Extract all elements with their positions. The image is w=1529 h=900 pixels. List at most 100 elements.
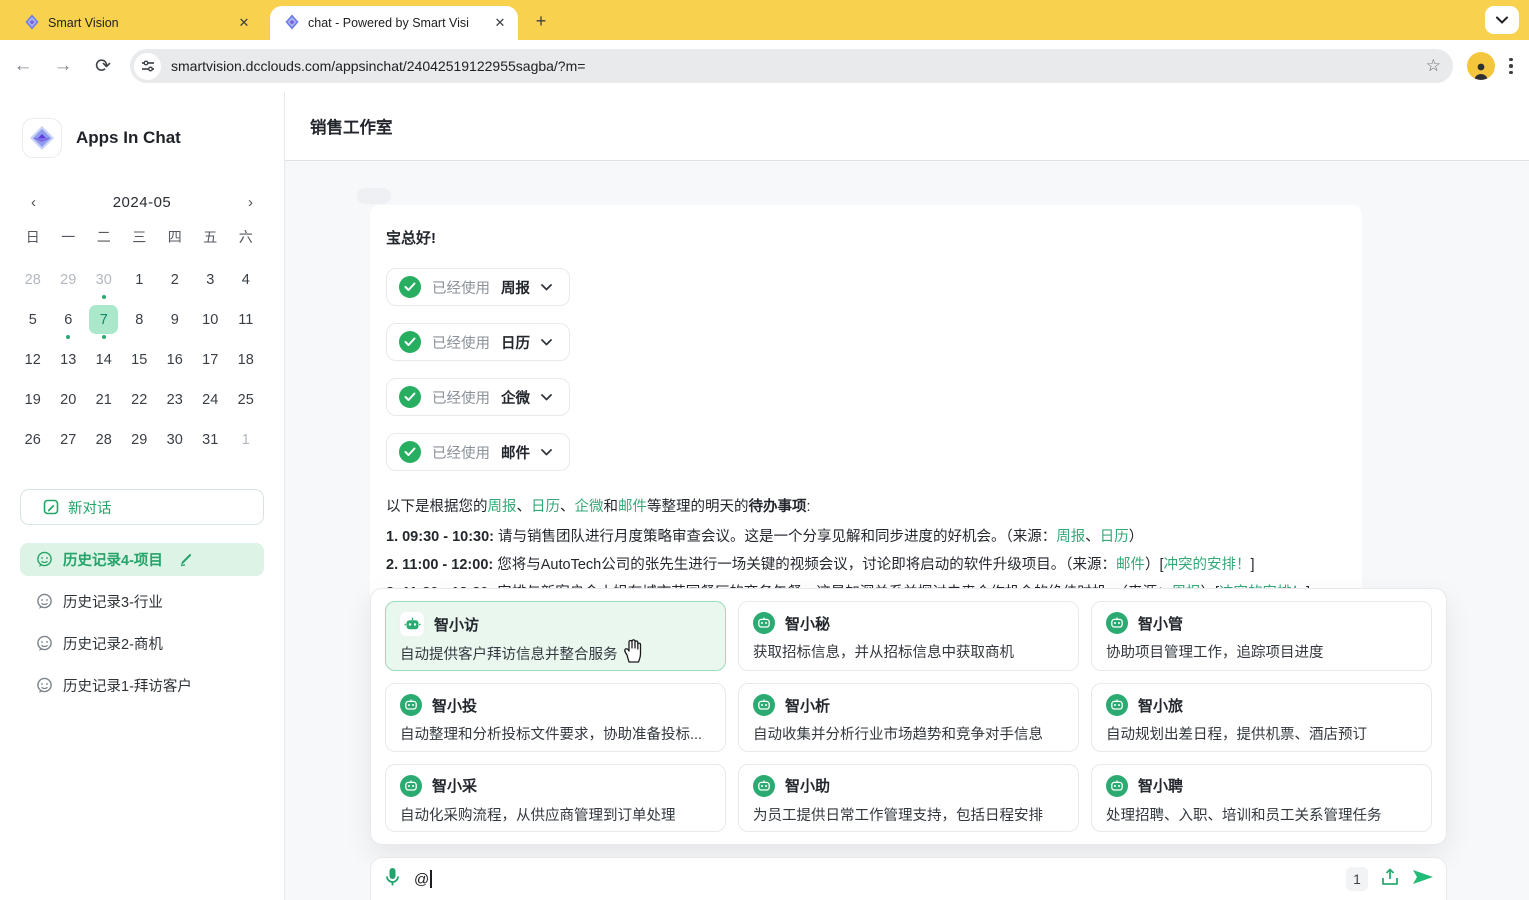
calendar-day[interactable]: 7: [86, 305, 122, 345]
calendar-day[interactable]: 12: [15, 345, 51, 385]
calendar-day[interactable]: 10: [193, 305, 229, 345]
agent-card[interactable]: 智小投自动整理和分析投标文件要求，协助准备投标...: [385, 683, 726, 751]
edit-pencil-icon[interactable]: [179, 552, 194, 567]
calendar-day[interactable]: 4: [228, 265, 264, 305]
calendar-day[interactable]: 9: [157, 305, 193, 345]
calendar-day[interactable]: 24: [193, 385, 229, 425]
robot-icon: [400, 694, 422, 716]
tab-close-icon[interactable]: ✕: [492, 15, 508, 31]
agent-card[interactable]: 智小访自动提供客户拜访信息并整合服务: [385, 601, 726, 671]
input-text[interactable]: @: [414, 871, 429, 888]
calendar-day[interactable]: 1: [122, 265, 158, 305]
tool-used-pill[interactable]: 已经使用日历: [386, 323, 570, 361]
calendar-day[interactable]: 2: [157, 265, 193, 305]
site-settings-icon[interactable]: [134, 53, 161, 80]
tool-name: 周报: [501, 277, 530, 298]
calendar-day[interactable]: 6: [51, 305, 87, 345]
calendar-day[interactable]: 26: [15, 425, 51, 465]
forward-icon[interactable]: →: [46, 49, 80, 83]
tab-close-icon[interactable]: ✕: [236, 15, 252, 31]
agent-card[interactable]: 智小管协助项目管理工作，追踪项目进度: [1091, 601, 1432, 671]
favicon-gem-icon: [24, 14, 40, 33]
calendar-day[interactable]: 30: [157, 425, 193, 465]
calendar-day[interactable]: 28: [86, 425, 122, 465]
tab-search-chevron-button[interactable]: [1485, 6, 1519, 34]
microphone-icon[interactable]: [385, 867, 400, 892]
calendar-day[interactable]: 15: [122, 345, 158, 385]
inline-link[interactable]: 邮件: [1116, 557, 1145, 573]
tab-smart-vision[interactable]: Smart Vision ✕: [10, 6, 262, 40]
calendar-day[interactable]: 25: [228, 385, 264, 425]
tool-used-pill[interactable]: 已经使用周报: [386, 268, 570, 306]
inline-link[interactable]: 周报: [1056, 529, 1085, 545]
reload-icon[interactable]: ⟳: [86, 49, 120, 83]
calendar-day[interactable]: 23: [157, 385, 193, 425]
agent-card[interactable]: 智小秘获取招标信息，并从招标信息中获取商机: [738, 601, 1079, 671]
inline-link[interactable]: 企微: [575, 499, 604, 515]
chevron-down-icon[interactable]: [541, 339, 552, 346]
tool-used-pill[interactable]: 已经使用邮件: [386, 433, 570, 471]
history-item[interactable]: 历史记录3-行业: [20, 585, 264, 618]
calendar-day[interactable]: 3: [193, 265, 229, 305]
bookmark-star-icon[interactable]: ☆: [1426, 56, 1441, 76]
inline-link[interactable]: 冲突的安排！: [1163, 557, 1250, 573]
send-icon[interactable]: [1412, 868, 1434, 891]
calendar-day[interactable]: 27: [51, 425, 87, 465]
history-item[interactable]: 历史记录2-商机: [20, 627, 264, 660]
agent-name: 智小助: [785, 775, 830, 796]
chevron-down-icon[interactable]: [541, 394, 552, 401]
agent-card[interactable]: 智小助为员工提供日常工作管理支持，包括日程安排: [738, 764, 1079, 832]
upload-icon[interactable]: [1381, 867, 1399, 892]
address-bar[interactable]: smartvision.dcclouds.com/appsinchat/2404…: [130, 49, 1453, 83]
calendar-day[interactable]: 5: [15, 305, 51, 345]
calendar-day[interactable]: 1: [228, 425, 264, 465]
new-chat-label: 新对话: [68, 497, 112, 518]
calendar-next-icon[interactable]: ›: [240, 192, 261, 213]
calendar-day[interactable]: 29: [51, 265, 87, 305]
calendar-day[interactable]: 22: [122, 385, 158, 425]
event-dot: [102, 295, 106, 299]
calendar-day[interactable]: 20: [51, 385, 87, 425]
calendar-day[interactable]: 30: [86, 265, 122, 305]
calendar-prev-icon[interactable]: ‹: [23, 192, 44, 213]
inline-link[interactable]: 邮件: [618, 499, 647, 515]
calendar-day[interactable]: 29: [122, 425, 158, 465]
text-segment: 、: [517, 499, 532, 515]
calendar-day[interactable]: 21: [86, 385, 122, 425]
history-item[interactable]: 历史记录4-项目: [20, 543, 264, 576]
calendar-day[interactable]: 17: [193, 345, 229, 385]
history-item[interactable]: 历史记录1-拜访客户: [20, 669, 264, 702]
calendar-day[interactable]: 13: [51, 345, 87, 385]
agent-card[interactable]: 智小采自动化采购流程，从供应商管理到订单处理: [385, 764, 726, 832]
agent-card[interactable]: 智小聘处理招聘、入职、培训和员工关系管理任务: [1091, 764, 1432, 832]
agent-name: 智小访: [434, 614, 479, 635]
inline-link[interactable]: 日历: [531, 499, 560, 515]
calendar-day[interactable]: 18: [228, 345, 264, 385]
message-input-bar[interactable]: @ 1: [370, 857, 1447, 900]
browser-menu-icon[interactable]: [1509, 58, 1513, 75]
agent-card[interactable]: 智小旅自动规划出差日程，提供机票、酒店预订: [1091, 683, 1432, 751]
profile-avatar[interactable]: [1467, 52, 1495, 80]
chevron-down-icon[interactable]: [541, 284, 552, 291]
calendar-day[interactable]: 31: [193, 425, 229, 465]
new-chat-button[interactable]: 新对话: [20, 489, 264, 525]
text-segment: 以下是根据您的: [386, 499, 488, 515]
calendar-day[interactable]: 8: [122, 305, 158, 345]
new-tab-button[interactable]: +: [528, 8, 554, 34]
back-icon[interactable]: ←: [6, 49, 40, 83]
inline-link[interactable]: 周报: [488, 499, 517, 515]
calendar-day[interactable]: 16: [157, 345, 193, 385]
agent-description: 自动整理和分析投标文件要求，协助准备投标...: [400, 723, 711, 744]
calendar-day[interactable]: 19: [15, 385, 51, 425]
calendar-day[interactable]: 14: [86, 345, 122, 385]
calendar-day[interactable]: 28: [15, 265, 51, 305]
inline-link[interactable]: 日历: [1100, 529, 1129, 545]
agent-card[interactable]: 智小析自动收集并分析行业市场趋势和竞争对手信息: [738, 683, 1079, 751]
event-dot: [66, 335, 70, 339]
calendar-month-label: 2024-05: [113, 194, 172, 211]
calendar-day[interactable]: 11: [228, 305, 264, 345]
text-segment: 、: [560, 499, 575, 515]
tab-chat-active[interactable]: chat - Powered by Smart Visi ✕: [270, 6, 518, 40]
chevron-down-icon[interactable]: [541, 449, 552, 456]
tool-used-pill[interactable]: 已经使用企微: [386, 378, 570, 416]
